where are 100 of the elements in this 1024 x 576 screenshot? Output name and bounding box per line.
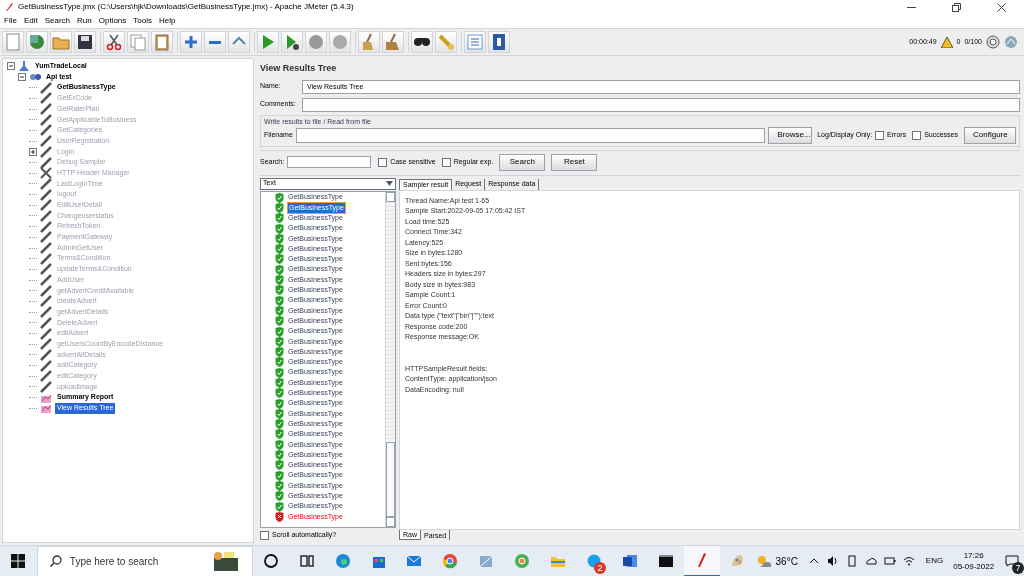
- binoculars-icon: [414, 38, 430, 46]
- clock-date[interactable]: 05-09-2022: [953, 561, 995, 572]
- pen-icon: [40, 316, 52, 329]
- success-shield-icon: [275, 316, 284, 327]
- success-shield-icon: [275, 285, 284, 296]
- button[interactable]: Reset: [551, 153, 598, 171]
- save-icon: [75, 32, 95, 52]
- comments-field[interactable]: [302, 97, 1020, 112]
- notification-count: 7: [1012, 561, 1024, 574]
- button[interactable]: Search: [499, 153, 546, 171]
- edge-icon: [333, 552, 352, 570]
- pen-icon: [40, 263, 52, 276]
- success-shield-icon: [275, 450, 284, 461]
- wifi-icon[interactable]: [902, 555, 915, 567]
- success-shield-icon: [275, 326, 284, 337]
- pen-icon: [40, 242, 52, 255]
- checkbox[interactable]: [378, 157, 388, 167]
- restore-icon: [952, 2, 961, 12]
- copy-icon: [128, 32, 148, 52]
- pen-icon: [40, 231, 52, 244]
- pen-icon: [40, 274, 52, 287]
- success-shield-icon: [275, 305, 284, 316]
- cut-icon: [104, 32, 124, 52]
- caret-icon: [386, 181, 393, 186]
- scrollbar[interactable]: [385, 191, 395, 527]
- language-indicator[interactable]: ENG: [925, 555, 944, 567]
- success-shield-icon: [275, 398, 284, 409]
- windows-icon: [11, 554, 26, 568]
- pen-icon: [40, 188, 52, 201]
- menu-item[interactable]: Options: [98, 15, 127, 27]
- success-shield-icon: [275, 202, 284, 213]
- chart-icon: [40, 402, 52, 415]
- stop-icon: [306, 32, 326, 52]
- list-icon: [465, 32, 485, 52]
- pen-icon: [40, 252, 52, 265]
- toolbar-button[interactable]: [74, 31, 96, 53]
- success-shield-icon: [275, 501, 284, 512]
- checkbox[interactable]: [260, 530, 269, 540]
- device-icon[interactable]: [845, 555, 858, 567]
- flask-icon: [18, 60, 30, 73]
- task-view-icon: [297, 552, 316, 570]
- collapse-icon[interactable]: [18, 73, 26, 82]
- search-field[interactable]: Type here to search: [69, 553, 202, 569]
- panel-title: View Results Tree: [260, 62, 338, 75]
- search-box[interactable]: Type here to search: [36, 545, 253, 576]
- weather-icon[interactable]: [755, 554, 772, 568]
- success-shield-icon: [275, 491, 284, 502]
- pen-icon: [40, 145, 52, 158]
- pen-icon: [40, 156, 52, 169]
- cloud-icon[interactable]: [864, 555, 877, 567]
- success-shield-icon: [275, 470, 284, 481]
- success-shield-icon: [275, 295, 284, 306]
- filename-field[interactable]: [295, 127, 766, 143]
- search-icon: [49, 555, 62, 567]
- word-icon: [620, 552, 639, 570]
- checkbox[interactable]: [875, 130, 885, 140]
- crossed-tools-icon: [40, 167, 52, 180]
- toolbar-button[interactable]: [103, 31, 125, 53]
- shutdown-icon: [330, 32, 350, 52]
- search-field[interactable]: [287, 156, 372, 168]
- success-shield-icon: [275, 357, 284, 368]
- menu-item[interactable]: Run: [77, 15, 92, 27]
- button[interactable]: Configure: [964, 126, 1016, 144]
- clipboard-icon: [152, 32, 172, 52]
- clock-time[interactable]: 17:26: [963, 550, 984, 561]
- pen-icon: [40, 306, 52, 319]
- notification-button[interactable]: 7: [1000, 545, 1024, 576]
- cortana-icon: [261, 552, 280, 570]
- success-shield-icon: [275, 254, 284, 265]
- battery-icon[interactable]: [883, 555, 896, 567]
- success-shield-icon: [275, 429, 284, 440]
- pen-icon: [40, 327, 52, 340]
- new-file-icon: [3, 32, 23, 52]
- pen-icon: [40, 359, 52, 372]
- menu-item[interactable]: File: [4, 15, 17, 27]
- success-shield-icon: [275, 275, 284, 285]
- success-shield-icon: [275, 408, 284, 419]
- pen-icon: [40, 295, 52, 308]
- speaker-icon[interactable]: [826, 555, 839, 567]
- menu-item[interactable]: Help: [159, 15, 176, 27]
- checkbox[interactable]: [912, 130, 922, 140]
- success-shield-icon: [275, 213, 284, 224]
- pen-icon: [40, 113, 52, 126]
- menu-item[interactable]: Search: [44, 15, 71, 27]
- warning-icon[interactable]: [940, 36, 953, 48]
- pen-icon: [40, 199, 52, 212]
- menu-item[interactable]: Edit: [23, 15, 38, 27]
- checkbox[interactable]: [441, 157, 451, 167]
- minus-icon: [209, 40, 221, 44]
- toolbar-button[interactable]: [411, 31, 433, 53]
- pen-icon: [40, 135, 52, 148]
- taskbar-app-button[interactable]: 2: [576, 545, 612, 576]
- pen-icon: [40, 209, 52, 222]
- collapse-icon[interactable]: [7, 62, 15, 71]
- success-shield-icon: [275, 367, 284, 378]
- close-icon: [997, 2, 1006, 12]
- menu-item[interactable]: Tools: [133, 15, 152, 27]
- pen-icon: [40, 348, 52, 361]
- toolbar-button[interactable]: [281, 31, 303, 53]
- button[interactable]: Browse...: [768, 126, 813, 144]
